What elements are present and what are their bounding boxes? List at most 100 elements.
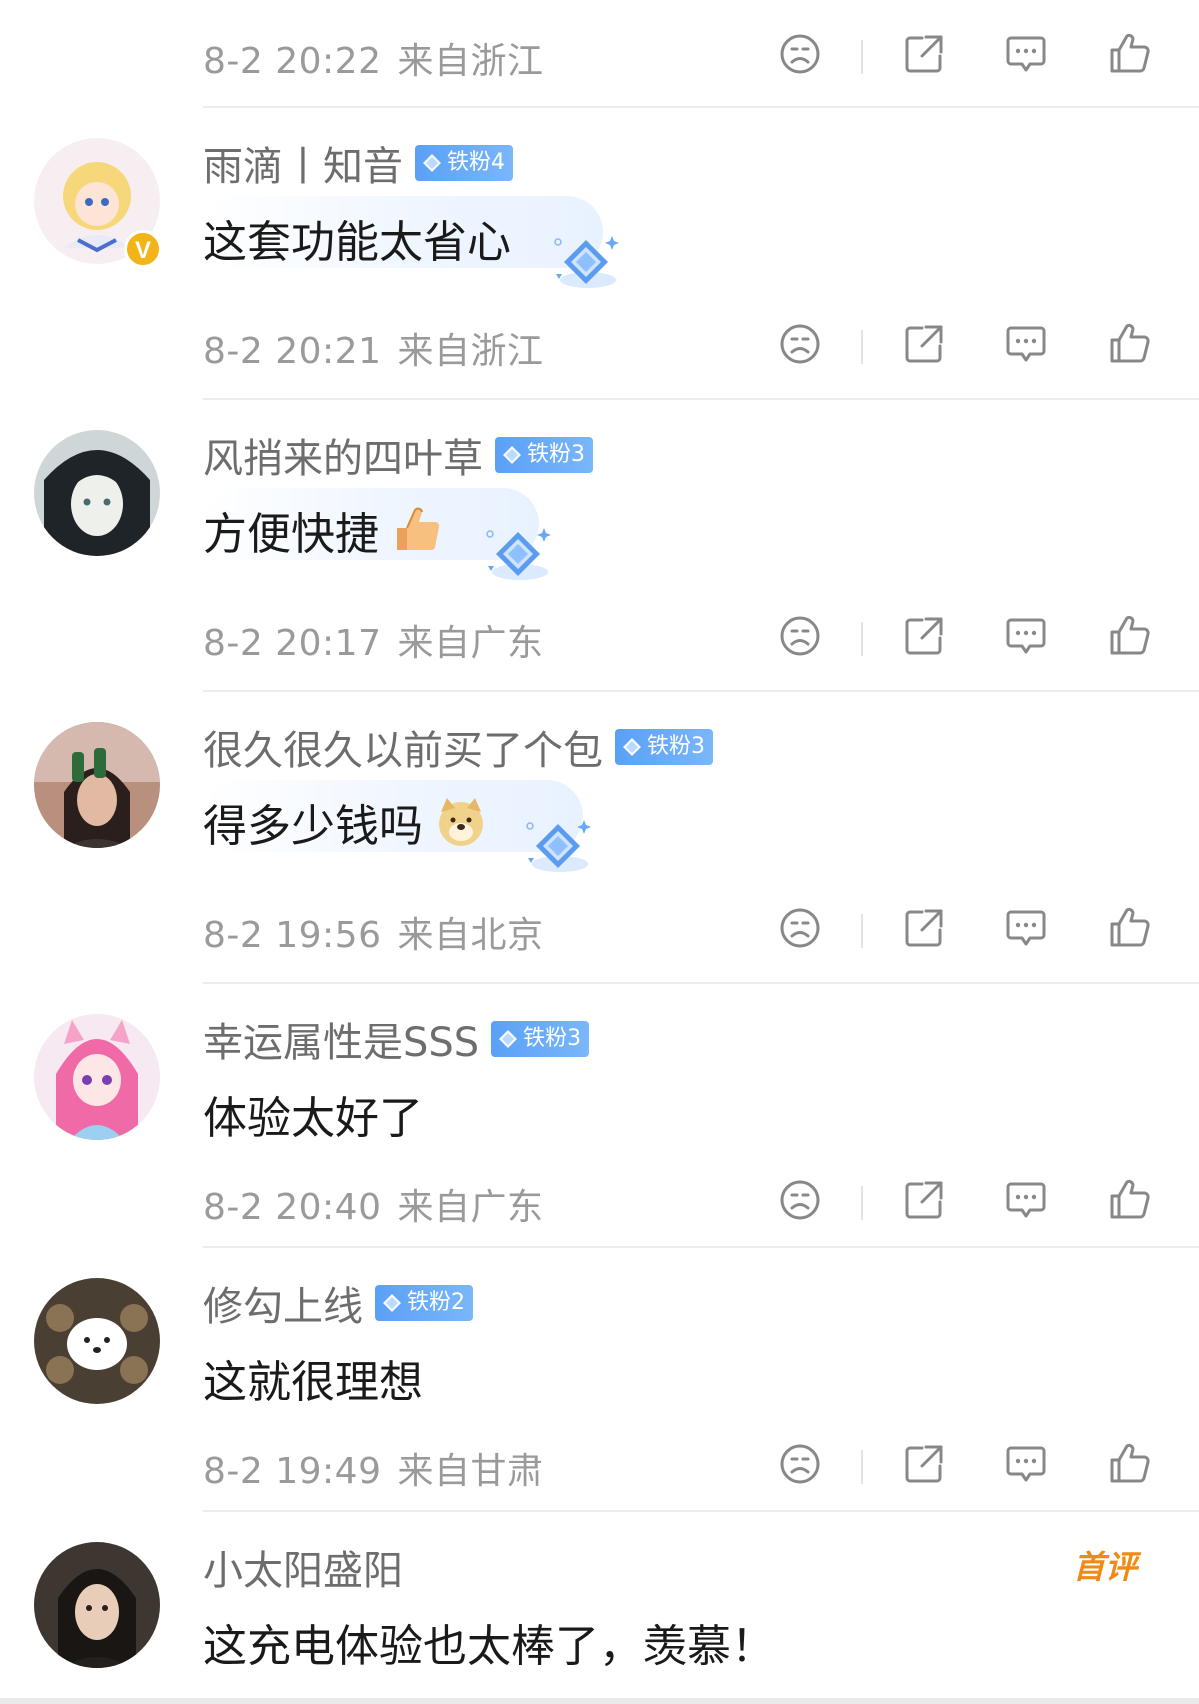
comment-text: 体验太好了	[203, 1082, 423, 1146]
comment-bubble-icon	[1002, 1176, 1050, 1224]
share-button[interactable]	[900, 1176, 948, 1224]
avatar[interactable]	[34, 1542, 160, 1668]
comment-meta-text: 8-2 19:56 来自北京	[203, 906, 544, 958]
comment-time: 8-2 20:40	[203, 1187, 382, 1228]
divider	[203, 982, 1199, 984]
comment-meta-text: 8-2 19:49 来自甘肃	[203, 1442, 544, 1494]
avatar[interactable]	[34, 430, 160, 556]
avatar[interactable]	[34, 722, 160, 848]
reply-button[interactable]	[1002, 30, 1050, 78]
comment-text: 这套功能太省心	[203, 206, 511, 270]
separator	[861, 40, 863, 74]
like-button[interactable]	[1106, 612, 1154, 660]
comment-meta-text: 8-2 20:40 来自广东	[203, 1178, 544, 1230]
dislike-button[interactable]	[776, 1176, 824, 1224]
dislike-button[interactable]	[776, 320, 824, 368]
comment-time: 8-2 20:22	[203, 41, 382, 82]
comment-time: 8-2 19:56	[203, 915, 382, 956]
diamond-icon	[381, 1292, 403, 1314]
sad-face-icon	[776, 1440, 824, 1488]
sad-face-icon	[776, 320, 824, 368]
username[interactable]: 雨滴丨知音 铁粉4	[203, 134, 513, 192]
like-button[interactable]	[1106, 904, 1154, 952]
gem-sticker-icon	[548, 230, 624, 294]
divider	[203, 1246, 1199, 1248]
username-text: 小太阳盛阳	[203, 1548, 403, 1594]
fan-badge[interactable]: 铁粉3	[491, 1021, 590, 1057]
comment-location: 来自浙江	[397, 331, 544, 372]
username-text: 幸运属性是SSS	[203, 1020, 480, 1066]
sad-face-icon	[776, 612, 824, 660]
username-text: 风捎来的四叶草	[203, 436, 483, 482]
fan-badge[interactable]: 铁粉2	[375, 1285, 473, 1321]
comment-text: 得多少钱吗	[203, 790, 487, 854]
comment-meta-text: 8-2 20:21 来自浙江	[203, 322, 544, 374]
comment-text: 方便快捷	[203, 498, 443, 562]
comment-location: 来自广东	[397, 1187, 544, 1228]
diamond-icon	[501, 444, 523, 466]
comment-meta-row: 8-2 19:56 来自北京	[0, 902, 1199, 958]
dislike-button[interactable]	[776, 30, 824, 78]
comment-bubble-icon	[1002, 320, 1050, 368]
reply-button[interactable]	[1002, 320, 1050, 368]
comment-time: 8-2 20:17	[203, 623, 382, 664]
thumbs-up-icon	[1106, 1440, 1154, 1488]
dislike-button[interactable]	[776, 904, 824, 952]
like-button[interactable]	[1106, 1440, 1154, 1488]
divider	[203, 690, 1199, 692]
gem-sticker-icon	[520, 814, 596, 878]
avatar[interactable]	[34, 1014, 160, 1140]
fan-badge[interactable]: 铁粉3	[615, 729, 713, 765]
reply-button[interactable]	[1002, 1176, 1050, 1224]
like-button[interactable]	[1106, 30, 1154, 78]
fan-badge[interactable]: 铁粉3	[495, 437, 593, 473]
username-text: 修勾上线	[203, 1284, 363, 1330]
comment-item: 修勾上线 铁粉2 这就很理想	[0, 1278, 1199, 1448]
share-icon	[900, 1176, 948, 1224]
share-button[interactable]	[900, 30, 948, 78]
separator	[861, 1450, 863, 1484]
comment-text-content: 这套功能太省心	[203, 217, 511, 268]
reply-button[interactable]	[1002, 904, 1050, 952]
divider	[203, 106, 1199, 108]
share-button[interactable]	[900, 904, 948, 952]
username[interactable]: 小太阳盛阳	[203, 1538, 403, 1596]
thumbs-up-emoji	[397, 507, 440, 551]
share-button[interactable]	[900, 320, 948, 368]
gem-sticker-icon	[480, 522, 556, 586]
thumbs-up-icon	[1106, 1176, 1154, 1224]
dislike-button[interactable]	[776, 1440, 824, 1488]
first-comment-badge: 首评	[1072, 1548, 1137, 1586]
username[interactable]: 风捎来的四叶草 铁粉3	[203, 426, 593, 484]
diamond-icon	[497, 1028, 519, 1050]
like-button[interactable]	[1106, 320, 1154, 368]
username[interactable]: 很久很久以前买了个包 铁粉3	[203, 718, 713, 776]
share-button[interactable]	[900, 612, 948, 660]
username[interactable]: 幸运属性是SSS 铁粉3	[203, 1010, 590, 1068]
share-button[interactable]	[900, 1440, 948, 1488]
fan-badge[interactable]: 铁粉4	[415, 145, 513, 181]
comment-location: 来自广东	[397, 623, 544, 664]
share-icon	[900, 904, 948, 952]
avatar[interactable]	[34, 1278, 160, 1404]
like-button[interactable]	[1106, 1176, 1154, 1224]
diamond-icon	[621, 736, 643, 758]
reply-button[interactable]	[1002, 1440, 1050, 1488]
dislike-button[interactable]	[776, 612, 824, 660]
comment-text-content: 这就很理想	[203, 1357, 423, 1408]
comment-time: 8-2 20:21	[203, 331, 382, 372]
reply-button[interactable]	[1002, 612, 1050, 660]
comment-meta-row: 8-2 19:49 来自甘肃	[0, 1438, 1199, 1494]
username[interactable]: 修勾上线 铁粉2	[203, 1274, 473, 1332]
comment-text-content: 体验太好了	[203, 1093, 423, 1144]
divider	[203, 1510, 1199, 1512]
sad-face-icon	[776, 30, 824, 78]
thumbs-up-icon	[1106, 904, 1154, 952]
comment-text: 这就很理想	[203, 1346, 423, 1410]
separator	[861, 330, 863, 364]
divider	[203, 398, 1199, 400]
share-icon	[900, 30, 948, 78]
comment-text-content: 这充电体验也太棒了，羡慕！	[203, 1621, 775, 1672]
separator	[861, 1186, 863, 1220]
comment-meta-text: 8-2 20:17 来自广东	[203, 614, 544, 666]
